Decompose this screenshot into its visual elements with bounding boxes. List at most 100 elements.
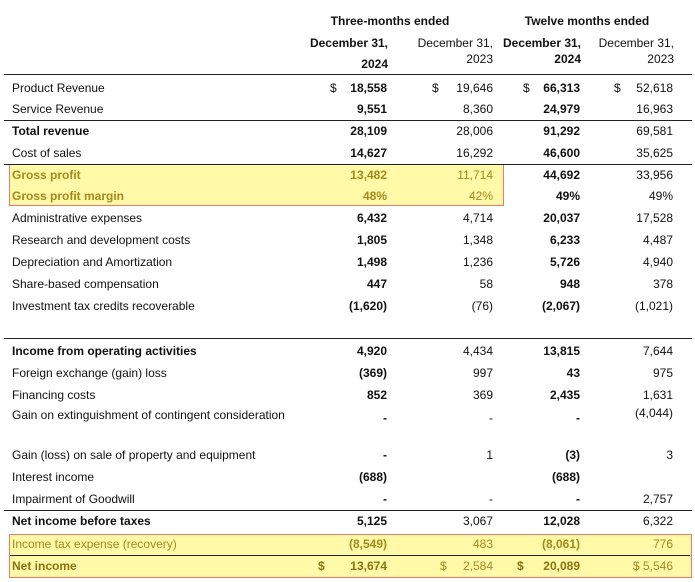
table-row: Net income $ 13,674 $ 2,584 $ 20,089 $ 5… [0,555,695,577]
row-label: Cost of sales [12,146,82,160]
table-row: Product Revenue $ 18,558 $ 19,646 $ 66,3… [0,77,695,99]
row-label: Income tax expense (recovery) [12,537,177,551]
cell-value: 20,089 [543,559,580,573]
cell-value: 4,920 [356,344,387,358]
cell-value: (8,061) [541,537,580,551]
cell-value: $ 5,546 [632,559,673,573]
cell-value: (369) [358,366,387,380]
cell-value: 2,435 [549,388,580,402]
cell-value: 18,558 [350,81,387,95]
cell-value: 11,714 [457,168,493,182]
cell-value: (688) [358,470,387,484]
row-label: Administrative expenses [12,211,143,225]
cell-value: 24,979 [543,102,580,116]
header-group-twelve-months: Twelve months ended [524,14,650,28]
table-row: Administrative expenses 6,432 4,714 20,0… [0,207,695,229]
cell-value: 3 [666,448,673,462]
cell-value: 5,726 [549,255,580,269]
cell-value: - [489,492,493,506]
table-row: Income from operating activities 4,920 4… [0,340,695,362]
table-row: Gross profit 13,482 11,714 44,692 33,956 [0,164,695,186]
cell-value: 42% [468,189,493,203]
row-label: Gross profit [12,168,81,182]
table-row: Impairment of Goodwill - - - 2,757 [0,488,695,510]
cell-value: 33,956 [636,168,673,182]
row-label: Foreign exchange (gain) loss [12,366,167,380]
cell-value: 776 [652,537,673,551]
row-label: Net income [12,559,77,573]
table-row: Net income before taxes 5,125 3,067 12,0… [0,510,695,532]
table-row: Interest income (688) (688) [0,466,695,488]
cell-value: 35,625 [636,146,673,160]
cell-value: 28,006 [456,124,493,138]
cell-value: 13,674 [350,559,387,573]
cell-value: 16,963 [636,102,673,116]
row-label: Depreciation and Amortization [12,255,173,269]
cell-value: 852 [366,388,387,402]
header-col2-line1: December 31, [417,36,493,50]
cell-value: (1,021) [634,299,673,313]
row-label: Gross profit margin [12,189,125,203]
cell-value: 8,360 [462,102,493,116]
cell-value: 52,618 [636,81,673,95]
header-group-three-months: Three-months ended [330,14,450,28]
header-col1-line1: December 31, [309,36,388,50]
cell-value: 7,644 [642,344,673,358]
cell-value: 1,236 [462,255,493,269]
cell-value: 5,125 [356,514,387,528]
table-row: Foreign exchange (gain) loss (369) 997 4… [0,362,695,384]
cell-value: 447 [366,277,387,291]
cell-value: 43 [566,366,580,380]
table-row: Total revenue 28,109 28,006 91,292 69,58… [0,120,695,142]
cell-value: 1 [486,448,493,462]
table-row: Cost of sales 14,627 16,292 46,600 35,62… [0,142,695,164]
cell-value: 91,292 [543,124,580,138]
table-row: Gain (loss) on sale of property and equi… [0,444,695,466]
row-label: Investment tax credits recoverable [12,299,195,313]
cell-value: 997 [472,366,493,380]
row-label: Net income before taxes [12,514,151,528]
cell-value: 3,067 [462,514,493,528]
cell-value: 12,028 [543,514,580,528]
cell-value: 20,037 [543,211,580,225]
header-col1-line2: 2024 [361,57,388,71]
cell-value: - [383,411,387,425]
cell-value: 49% [555,189,580,203]
cell-value: 6,432 [356,211,387,225]
cell-value: 66,313 [543,81,580,95]
row-label: Total revenue [12,124,90,138]
cell-value: 4,940 [642,255,673,269]
cell-value: 1,805 [356,233,387,247]
cell-value: - [576,492,580,506]
cell-value: 2,757 [642,492,673,506]
cell-value: 369 [472,388,493,402]
cell-value: 49% [648,189,673,203]
cell-value: 975 [652,366,673,380]
cell-value: (2,067) [541,299,580,313]
cell-value: 2,584 [462,559,493,573]
cell-value: 4,487 [642,233,673,247]
cell-value: 4,714 [462,211,493,225]
table-row: Share-based compensation 447 58 948 378 [0,273,695,295]
cell-value: 16,292 [456,146,493,160]
table-row: Research and development costs 1,805 1,3… [0,229,695,251]
table-row: Gross profit margin 48% 42% 49% 49% [0,185,695,207]
cell-value: 6,322 [642,514,673,528]
header-col3-line2: 2024 [554,52,581,66]
row-label: Gain (loss) on sale of property and equi… [12,448,256,462]
cell-value: 13,815 [543,344,580,358]
cell-value: 6,233 [549,233,580,247]
cell-value: 46,600 [543,146,580,160]
cell-value: 28,109 [350,124,387,138]
table-row: Income tax expense (recovery) (8,549) 48… [0,533,695,555]
cell-value: 69,581 [636,124,673,138]
cell-value: - [489,411,493,425]
cell-value: 4,434 [462,344,493,358]
table-row: Gain on extinguishment of contingent con… [0,404,695,440]
cell-value: 483 [472,537,493,551]
cell-value: 17,528 [636,211,673,225]
cell-value: 1,348 [462,233,493,247]
header-rule [4,74,692,75]
row-label: Product Revenue [12,81,105,95]
cell-value: (8,549) [348,537,387,551]
